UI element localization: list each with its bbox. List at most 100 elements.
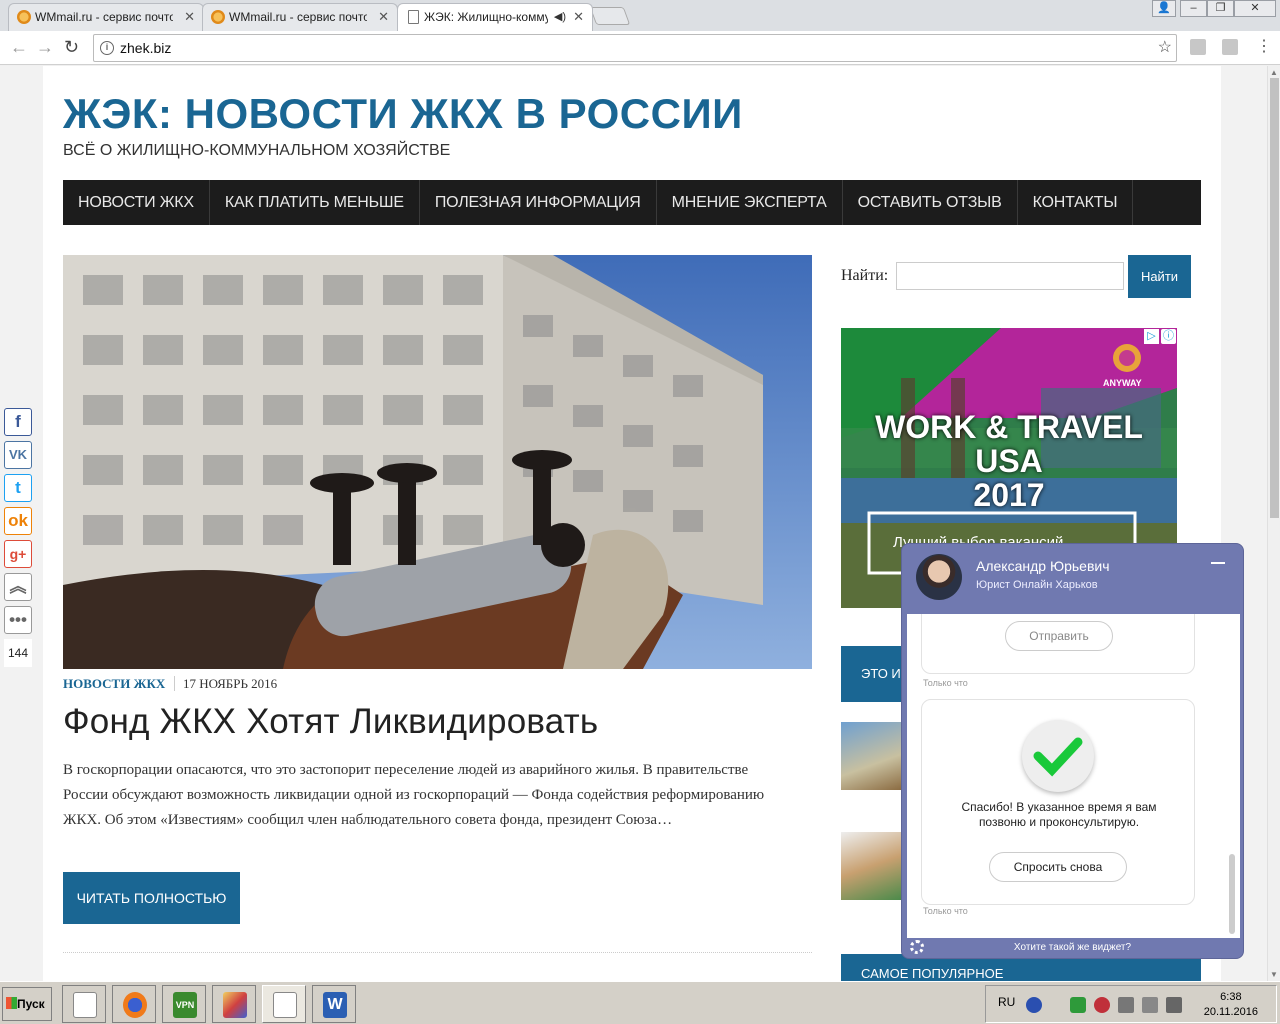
chat-widget: Александр Юрьевич Юрист Онлайн Харьков О… [901, 543, 1244, 959]
chat-messages: Отправить Только что Спасибо! В указанно… [907, 614, 1240, 938]
windows-logo-icon [6, 997, 17, 1009]
taskbar-word[interactable]: W [312, 985, 356, 1023]
browser-tab-active[interactable]: ЖЭК: Жилищно-комму ◀) ✕ [397, 3, 593, 31]
shield-icon[interactable] [1070, 997, 1086, 1013]
extension-icon[interactable] [1222, 39, 1238, 55]
paint-icon [223, 992, 247, 1018]
meta-divider [174, 676, 175, 691]
display-icon[interactable] [1142, 997, 1158, 1013]
close-tab-icon[interactable]: ✕ [573, 4, 584, 30]
firefox-icon [123, 992, 147, 1018]
adchoices-icon[interactable]: ⓘ [1161, 329, 1176, 344]
new-tab-button[interactable] [589, 7, 631, 25]
site-title[interactable]: ЖЭК: НОВОСТИ ЖКХ В РОССИИ [63, 90, 743, 138]
address-bar[interactable]: i zhek.biz ☆ [93, 34, 1177, 62]
minimize-button[interactable]: ‒ [1180, 0, 1207, 17]
help-icon[interactable] [1026, 997, 1042, 1013]
taskbar-notepad[interactable] [262, 985, 306, 1023]
read-more-button[interactable]: ЧИТАТЬ ПОЛНОСТЬЮ [63, 872, 240, 924]
thanks-message: Спасибо! В указанное время я вам позвоню… [961, 800, 1157, 829]
volume-icon[interactable] [1166, 997, 1182, 1013]
close-tab-icon[interactable]: ✕ [378, 4, 389, 30]
nav-item-useful-info[interactable]: ПОЛЕЗНАЯ ИНФОРМАЦИЯ [420, 180, 657, 225]
menu-icon[interactable]: ⋮ [1256, 37, 1272, 57]
nav-item-news[interactable]: НОВОСТИ ЖКХ [63, 180, 210, 225]
document-icon [73, 992, 97, 1018]
speaker-icon[interactable]: ◀) [554, 4, 566, 30]
back-icon[interactable]: ← [10, 37, 28, 57]
url-text: zhek.biz [120, 40, 172, 56]
scrollbar-thumb[interactable] [1270, 78, 1279, 518]
ad-headline: WORK & TRAVEL USA 2017 [875, 409, 1143, 513]
profile-icon[interactable]: 👤 [1152, 0, 1176, 17]
taskbar-firefox[interactable] [112, 985, 156, 1023]
divider [63, 952, 812, 953]
forward-icon[interactable]: → [36, 37, 54, 57]
search-button[interactable]: Найти [1128, 255, 1191, 298]
vk-icon[interactable]: VK [4, 441, 32, 469]
main-navigation: НОВОСТИ ЖКХ КАК ПЛАТИТЬ МЕНЬШЕ ПОЛЕЗНАЯ … [63, 180, 1201, 225]
reload-icon[interactable]: ↻ [64, 37, 79, 57]
restore-button[interactable]: ❐ [1207, 0, 1234, 17]
notepad-icon [273, 992, 297, 1018]
chat-message: Отправить [921, 614, 1195, 674]
search-input[interactable] [896, 262, 1124, 290]
send-button[interactable]: Отправить [1005, 621, 1113, 651]
taskbar: Пуск VPN W RU 6:38 20.11.2016 [0, 981, 1280, 1024]
close-tab-icon[interactable]: ✕ [184, 4, 195, 30]
post-featured-image[interactable] [63, 255, 812, 669]
facebook-icon[interactable]: f [4, 408, 32, 436]
more-icon[interactable]: ••• [4, 606, 32, 634]
ad-close-icon[interactable]: ▷ [1144, 329, 1159, 344]
site-description: ВСЁ О ЖИЛИЩНО-КОММУНАЛЬНОМ ХОЗЯЙСТВЕ [63, 142, 451, 159]
avatar [916, 554, 962, 600]
bookmark-star-icon[interactable]: ☆ [1158, 35, 1172, 61]
chat-message: Спасибо! В указанное время я вам позвоню… [921, 699, 1195, 905]
info-icon[interactable]: i [100, 41, 114, 55]
wmmail-favicon-icon [211, 10, 225, 24]
ad-brand: ANYWAY [1103, 378, 1142, 388]
message-timestamp: Только что [923, 678, 968, 688]
network-icon[interactable] [1118, 997, 1134, 1013]
scroll-up-arrow-icon[interactable]: ▲ [1270, 68, 1278, 77]
minimize-chat-icon[interactable] [1211, 562, 1225, 564]
vpn-icon: VPN [173, 992, 197, 1018]
post-title[interactable]: Фонд ЖКХ Хотят Ликвидировать [63, 702, 598, 742]
post-date: 17 НОЯБРЬ 2016 [183, 676, 278, 691]
scroll-down-arrow-icon[interactable]: ▼ [1270, 970, 1278, 979]
language-indicator[interactable]: RU [998, 995, 1015, 1009]
nav-item-contacts[interactable]: КОНТАКТЫ [1018, 180, 1134, 225]
page-favicon-icon [408, 10, 419, 24]
taskbar-vpn[interactable]: VPN [162, 985, 206, 1023]
odnoklassniki-icon[interactable]: ok [4, 507, 32, 535]
chat-header[interactable]: Александр Юрьевич Юрист Онлайн Харьков [902, 544, 1243, 614]
ask-again-button[interactable]: Спросить снова [989, 852, 1127, 882]
start-button[interactable]: Пуск [2, 987, 52, 1021]
clock[interactable]: 6:38 20.11.2016 [1204, 990, 1258, 1020]
antivirus-icon[interactable] [1094, 997, 1110, 1013]
scroll-up-icon[interactable]: ︽ [4, 573, 32, 601]
page-scrollbar[interactable]: ▲ ▼ [1267, 66, 1280, 981]
nav-item-expert-opinion[interactable]: МНЕНИЕ ЭКСПЕРТА [657, 180, 843, 225]
search-label: Найти: [841, 267, 889, 284]
twitter-icon[interactable]: t [4, 474, 32, 502]
nav-item-pay-less[interactable]: КАК ПЛАТИТЬ МЕНЬШЕ [210, 180, 420, 225]
sidebar-post-thumbnail[interactable] [841, 832, 903, 900]
widget-promo-link[interactable]: Хотите такой же виджет? [902, 938, 1243, 958]
browser-tab[interactable]: WMmail.ru - сервис почтов ✕ [202, 3, 398, 31]
social-share-bar: f VK t ok g+ ︽ ••• 144 [4, 408, 34, 667]
share-count: 144 [4, 639, 32, 667]
close-window-button[interactable]: ✕ [1234, 0, 1276, 17]
browser-tab[interactable]: WMmail.ru - сервис почтов ✕ [8, 3, 204, 31]
taskbar-paint[interactable] [212, 985, 256, 1023]
post-category-link[interactable]: НОВОСТИ ЖКХ [63, 676, 165, 692]
taskbar-document[interactable] [62, 985, 106, 1023]
nav-item-leave-review[interactable]: ОСТАВИТЬ ОТЗЫВ [843, 180, 1018, 225]
sidebar-post-thumbnail[interactable] [841, 722, 903, 790]
chat-agent-name: Александр Юрьевич [976, 558, 1110, 574]
google-plus-icon[interactable]: g+ [4, 540, 32, 568]
extension-icon[interactable] [1190, 39, 1206, 55]
browser-tab-strip: WMmail.ru - сервис почтов ✕ WMmail.ru - … [0, 0, 1280, 31]
chat-scrollbar[interactable] [1229, 854, 1235, 934]
word-icon: W [323, 992, 347, 1018]
